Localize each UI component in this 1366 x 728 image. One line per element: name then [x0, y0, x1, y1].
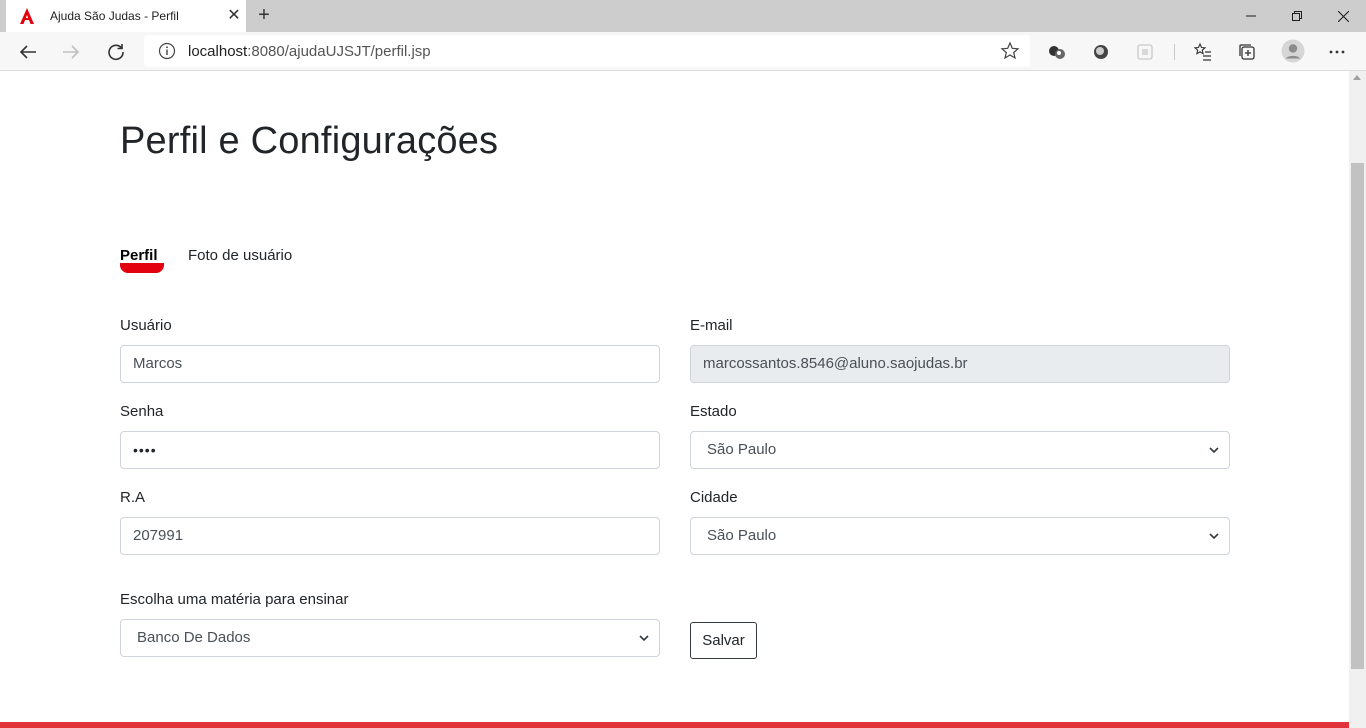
chevron-down-icon — [639, 635, 649, 642]
page-title: Perfil e Configurações — [120, 120, 499, 162]
extension-square-icon[interactable] — [1134, 41, 1156, 63]
usuario-label: Usuário — [120, 317, 172, 334]
minimize-icon[interactable] — [1228, 0, 1274, 32]
url-host: localhost — [188, 43, 248, 60]
favorites-list-icon[interactable] — [1192, 41, 1214, 63]
info-icon[interactable] — [158, 42, 176, 60]
password-mask: •••• — [133, 442, 157, 458]
chevron-down-icon — [1209, 447, 1219, 454]
extension-icon[interactable] — [1046, 41, 1068, 63]
extension-circle-icon[interactable] — [1090, 41, 1112, 63]
new-tab-icon[interactable]: + — [252, 4, 276, 28]
scroll-up-arrow-icon[interactable] — [1353, 75, 1361, 80]
usuario-input[interactable]: Marcos — [120, 345, 660, 383]
back-icon[interactable] — [13, 37, 43, 67]
materia-label: Escolha uma matéria para ensinar — [120, 591, 349, 608]
cidade-label: Cidade — [690, 489, 738, 506]
ra-input[interactable]: 207991 — [120, 517, 660, 555]
cidade-selected-value: São Paulo — [707, 527, 777, 544]
tab-foto-usuario[interactable]: Foto de usuário — [188, 247, 292, 264]
refresh-icon[interactable] — [101, 37, 131, 67]
estado-selected-value: São Paulo — [707, 441, 777, 458]
profile-avatar-icon[interactable] — [1280, 38, 1306, 64]
url-text: localhost:8080/ajudaUJSJT/perfil.jsp — [188, 43, 431, 60]
materia-selected-value: Banco De Dados — [137, 629, 251, 646]
active-tab-indicator — [120, 263, 164, 273]
browser-toolbar: localhost:8080/ajudaUJSJT/perfil.jsp — [0, 32, 1366, 71]
tab-title: Ajuda São Judas - Perfil — [50, 9, 179, 23]
toolbar-separator — [1174, 44, 1175, 60]
chevron-down-icon — [1209, 533, 1219, 540]
save-button[interactable]: Salvar — [690, 622, 757, 659]
tab-perfil[interactable]: Perfil — [120, 247, 158, 264]
browser-tab-bar: Ajuda São Judas - Perfil ✕ + — [0, 0, 1366, 32]
close-window-icon[interactable] — [1320, 0, 1366, 32]
site-logo-icon — [20, 8, 34, 24]
browser-tab[interactable]: Ajuda São Judas - Perfil ✕ — [6, 0, 246, 32]
close-tab-icon[interactable]: ✕ — [224, 6, 244, 26]
scroll-thumb[interactable] — [1351, 163, 1364, 669]
cidade-select[interactable]: São Paulo — [690, 517, 1230, 555]
email-field: marcossantos.8546@aluno.saojudas.br — [690, 345, 1230, 383]
ra-label: R.A — [120, 489, 146, 506]
url-path: :8080/ajudaUJSJT/perfil.jsp — [247, 43, 431, 60]
estado-label: Estado — [690, 403, 737, 420]
materia-select[interactable]: Banco De Dados — [120, 619, 660, 657]
page-content: Perfil e Configurações Perfil Foto de us… — [0, 71, 1349, 728]
more-menu-icon[interactable] — [1326, 41, 1348, 63]
email-label: E-mail — [690, 317, 733, 334]
senha-input[interactable]: •••• — [120, 431, 660, 469]
senha-label: Senha — [120, 403, 164, 420]
restore-icon[interactable] — [1274, 0, 1320, 32]
favorite-star-icon[interactable] — [1000, 41, 1020, 61]
footer-bar — [0, 722, 1349, 728]
estado-select[interactable]: São Paulo — [690, 431, 1230, 469]
forward-icon[interactable] — [56, 37, 86, 67]
page-scrollbar[interactable] — [1349, 71, 1366, 728]
address-bar[interactable]: localhost:8080/ajudaUJSJT/perfil.jsp — [144, 35, 1030, 67]
collections-icon[interactable] — [1236, 41, 1258, 63]
